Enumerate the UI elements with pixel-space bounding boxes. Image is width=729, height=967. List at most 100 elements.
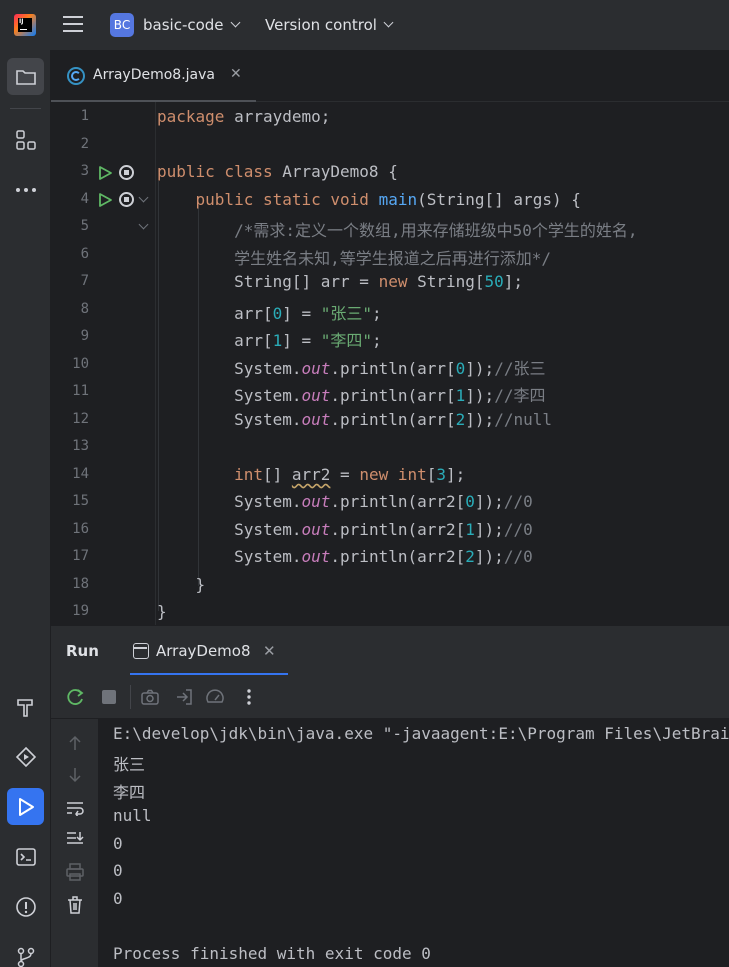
more-icon	[15, 187, 36, 192]
line-number: 7	[80, 273, 89, 289]
line-number: 3	[80, 163, 89, 179]
arrow-down-icon	[69, 768, 81, 783]
stop-marker-icon[interactable]	[119, 165, 134, 180]
line-number: 10	[72, 356, 89, 372]
console-icon	[133, 643, 149, 659]
version-control-menu[interactable]: Version control	[265, 16, 394, 34]
console-line: 0	[113, 834, 123, 853]
arrow-up-icon	[69, 735, 81, 750]
java-class-icon	[67, 67, 85, 85]
code-line: arr[0] = "张三";	[157, 304, 382, 323]
exit-button[interactable]	[174, 687, 194, 707]
run-tool-button[interactable]	[7, 788, 44, 825]
terminal-tool-button[interactable]	[7, 838, 44, 875]
printer-icon	[66, 863, 84, 881]
profile-button[interactable]	[205, 687, 225, 707]
stop-marker-icon[interactable]	[119, 192, 134, 207]
build-tool-button[interactable]	[7, 688, 44, 725]
git-tool-button[interactable]	[7, 938, 44, 967]
code-line: package arraydemo;	[157, 107, 331, 126]
editor-tab-label: ArrayDemo8.java	[93, 67, 215, 83]
console-output[interactable]: E:\develop\jdk\bin\java.exe "-javaagent:…	[99, 719, 729, 967]
fold-chevron-icon[interactable]	[138, 192, 149, 203]
dump-threads-button[interactable]	[140, 687, 160, 707]
code-line: arr[1] = "李四";	[157, 331, 382, 350]
editor-tab-arraydemo8[interactable]: ArrayDemo8.java ✕	[51, 50, 256, 103]
code-line: int[] arr2 = new int[3];	[234, 465, 466, 484]
line-number: 18	[72, 576, 89, 592]
code-line: public static void main(String[] args) {	[195, 190, 581, 209]
line-number: 6	[80, 246, 89, 262]
trash-icon	[68, 896, 82, 914]
soft-wrap-icon	[67, 802, 84, 816]
line-number: 4	[80, 191, 89, 207]
services-tool-button[interactable]	[7, 738, 44, 775]
gauge-icon	[206, 689, 224, 703]
scroll-up-button[interactable]	[65, 733, 85, 753]
scroll-down-button[interactable]	[65, 765, 85, 785]
code-line: /*需求:定义一个数组,用来存储班级中50个学生的姓名,	[157, 221, 638, 240]
code-editor[interactable]: 1 2 3 4 5 6 7 8 9 10 11 12 13 14 15 16 1…	[51, 102, 729, 625]
line-number: 1	[80, 108, 89, 124]
kebab-icon	[247, 689, 251, 705]
close-icon[interactable]: ✕	[263, 642, 276, 660]
stop-button[interactable]	[99, 687, 119, 707]
main-menu-icon[interactable]	[63, 16, 83, 34]
project-selector[interactable]: basic-code	[143, 16, 240, 34]
vcs-label: Version control	[265, 16, 377, 34]
line-number: 13	[72, 438, 89, 454]
scroll-to-end-icon	[67, 832, 84, 844]
more-tools-button[interactable]	[7, 171, 44, 208]
line-number: 5	[80, 218, 89, 234]
clear-all-button[interactable]	[65, 895, 85, 915]
fold-chevron-icon[interactable]	[138, 219, 149, 230]
console-line: 0	[113, 889, 123, 908]
print-button[interactable]	[65, 862, 85, 882]
chevron-down-icon	[230, 17, 240, 28]
build-icon	[16, 698, 33, 717]
soft-wrap-button[interactable]	[65, 798, 85, 818]
problems-tool-button[interactable]	[7, 888, 44, 925]
run-toolbar	[51, 675, 729, 719]
run-tab-label: ArrayDemo8	[156, 642, 251, 660]
console-line: 张三	[113, 755, 146, 774]
run-tab-arraydemo8[interactable]: ArrayDemo8 ✕	[130, 626, 288, 676]
console-line: E:\develop\jdk\bin\java.exe "-javaagent:…	[113, 724, 729, 743]
run-icon	[18, 797, 34, 816]
project-badge[interactable]: BC	[110, 13, 134, 37]
line-number: 14	[72, 466, 89, 482]
ide-logo-icon[interactable]: IJ	[14, 14, 36, 36]
run-panel-title: Run	[66, 642, 99, 660]
structure-tool-button[interactable]	[7, 121, 44, 158]
close-icon[interactable]: ✕	[230, 66, 242, 82]
rerun-button[interactable]	[66, 687, 86, 707]
code-line: 学生姓名未知,等学生报道之后再进行添加*/	[157, 249, 551, 268]
console-line: Process finished with exit code 0	[113, 944, 431, 963]
code-line: String[] arr = new String[50];	[157, 272, 524, 291]
run-side-toolbar	[51, 719, 99, 967]
scroll-to-end-button[interactable]	[65, 828, 85, 848]
console-line: 0	[113, 861, 123, 880]
editor-tab-bar: ArrayDemo8.java ✕	[51, 50, 729, 103]
services-icon	[15, 746, 36, 767]
project-name: basic-code	[143, 16, 224, 34]
git-icon	[17, 947, 34, 967]
code-line: System.out.println(arr2[2]);//0	[157, 547, 533, 566]
console-line: null	[113, 806, 152, 825]
line-number: 15	[72, 493, 89, 509]
code-line: System.out.println(arr[1]);//李四	[157, 386, 546, 405]
more-options-button[interactable]	[239, 687, 259, 707]
run-main-icon[interactable]	[97, 192, 113, 208]
console-line: 李四	[113, 783, 146, 802]
rerun-icon	[67, 689, 84, 705]
run-class-icon[interactable]	[97, 165, 113, 181]
line-number: 12	[72, 411, 89, 427]
code-line: }	[157, 575, 206, 594]
code-line: }	[157, 602, 167, 621]
folder-icon	[15, 69, 36, 85]
code-line: public class ArrayDemo8 {	[157, 162, 398, 181]
project-tool-button[interactable]	[7, 58, 44, 95]
stop-icon	[102, 690, 116, 704]
tool-window-strip	[0, 50, 51, 967]
editor-gutter: 1 2 3 4 5 6 7 8 9 10 11 12 13 14 15 16 1…	[51, 102, 156, 625]
